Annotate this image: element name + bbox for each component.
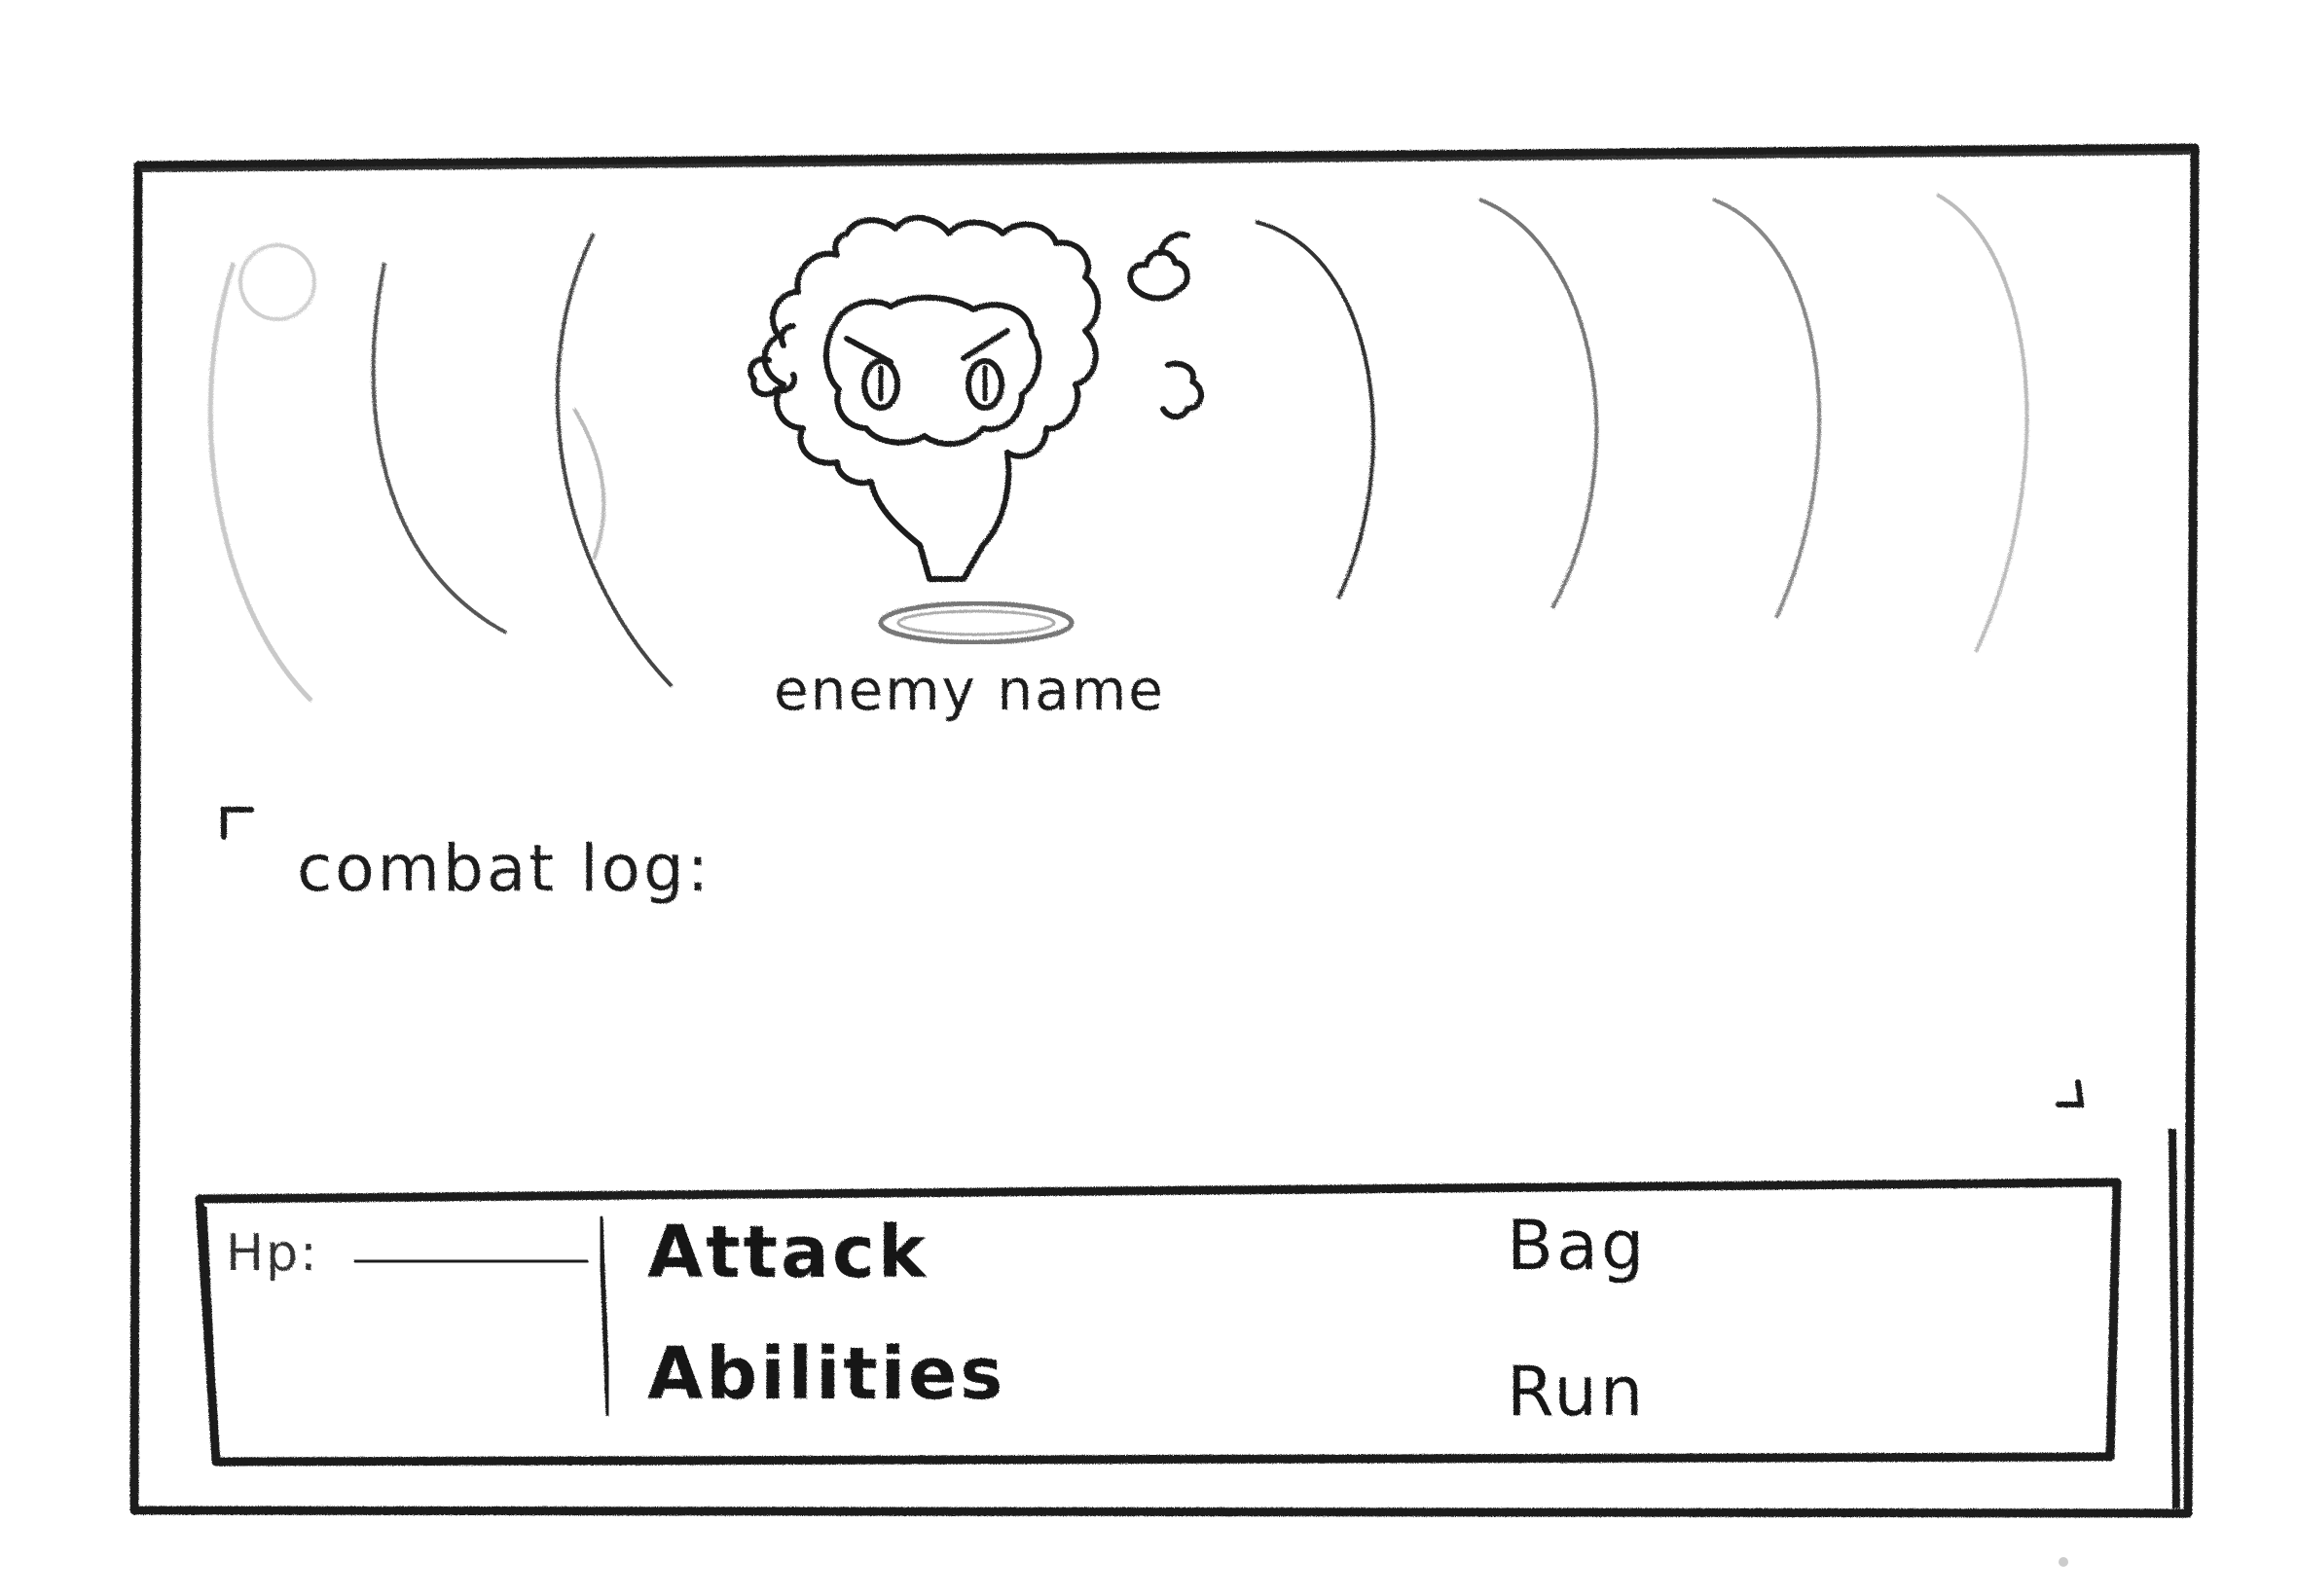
enemy-sprite-icon[interactable]: [747, 214, 1204, 582]
panel-divider: [598, 1215, 611, 1417]
scroll-corner-icon: [2056, 1079, 2085, 1107]
abilities-button[interactable]: Abilities: [647, 1338, 1005, 1410]
action-panel-frame: [195, 1178, 2122, 1467]
combat-log-label: combat log:: [297, 831, 712, 906]
arena-arcs-decoration: [207, 193, 2029, 703]
bag-button[interactable]: Bag: [1507, 1212, 1647, 1280]
combat-log-area[interactable]: [302, 934, 2054, 1129]
paper-speck: [2059, 1557, 2068, 1567]
battle-scene-sketch: [129, 143, 2200, 1567]
hp-label: Hp:: [226, 1224, 319, 1283]
attack-button[interactable]: Attack: [647, 1216, 929, 1288]
run-button[interactable]: Run: [1507, 1358, 1646, 1426]
hp-bar: [353, 1255, 589, 1267]
enemy-platform-icon: [878, 600, 1075, 645]
enemy-name-label: enemy name: [774, 657, 1165, 723]
